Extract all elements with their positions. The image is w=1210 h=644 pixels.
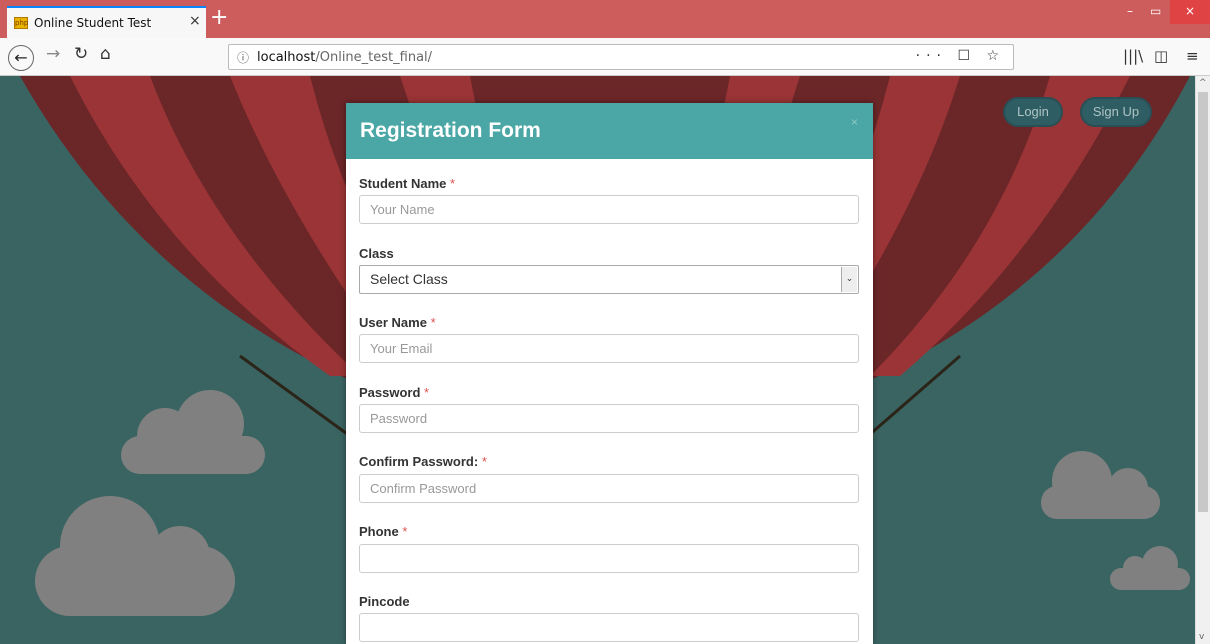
cloud-left-top <box>121 390 265 474</box>
scroll-up-icon[interactable]: ^ <box>1199 78 1207 88</box>
page-actions-icon[interactable]: ··· ☐ ☆ <box>916 48 1005 64</box>
maximize-button[interactable]: ▭ <box>1150 4 1161 18</box>
confirm-password-input[interactable]: Confirm Password <box>359 474 859 503</box>
class-label: Class <box>359 246 394 261</box>
chevron-down-icon: ⌄ <box>841 267 857 292</box>
sign-up-button[interactable]: Sign Up <box>1080 97 1152 127</box>
library-icon[interactable]: |||\ <box>1123 47 1143 65</box>
home-icon[interactable]: ⌂ <box>100 44 111 64</box>
browser-tab[interactable]: php Online Student Test × <box>7 6 206 38</box>
url-text: localhost/Online_test_final/ <box>257 50 433 65</box>
modal-header: Registration Form × <box>346 103 873 159</box>
cloud-right-top <box>1041 451 1160 519</box>
close-icon[interactable]: × <box>851 115 858 129</box>
scrollbar-thumb[interactable] <box>1198 92 1208 512</box>
password-label: Password * <box>359 385 430 400</box>
favicon-icon: php <box>14 17 29 29</box>
browser-tab-bar: php Online Student Test × + – ▭ × <box>0 0 1210 38</box>
student-name-label: Student Name * <box>359 176 456 191</box>
minimize-button[interactable]: – <box>1127 4 1133 18</box>
cloud-left-bottom <box>35 496 235 616</box>
user-name-input[interactable]: Your Email <box>359 334 859 363</box>
registration-modal: Registration Form × Student Name * Your … <box>346 103 873 644</box>
url-bar[interactable]: ⓘ localhost/Online_test_final/ ··· ☐ ☆ <box>228 44 1014 70</box>
login-button[interactable]: Login <box>1003 97 1063 127</box>
confirm-password-label: Confirm Password: * <box>359 454 487 469</box>
site-info-icon[interactable]: ⓘ <box>237 49 249 66</box>
user-name-label: User Name * <box>359 315 436 330</box>
back-arrow-icon[interactable]: ← <box>8 45 34 71</box>
pincode-input[interactable] <box>359 613 859 642</box>
phone-input[interactable] <box>359 544 859 573</box>
modal-title: Registration Form <box>360 119 541 142</box>
forward-arrow-icon[interactable]: → <box>46 44 60 64</box>
browser-nav-bar: ← → ↻ ⌂ ⓘ localhost/Online_test_final/ ·… <box>0 38 1210 76</box>
cloud-right-bottom <box>1110 546 1190 590</box>
pincode-label: Pincode <box>359 594 410 609</box>
sidebar-icon[interactable]: ◫ <box>1154 47 1168 65</box>
phone-label: Phone * <box>359 524 408 539</box>
scroll-down-icon[interactable]: v <box>1199 632 1204 642</box>
class-select-value: Select Class <box>370 271 448 287</box>
new-tab-button[interactable]: + <box>210 2 228 34</box>
window-close-button[interactable]: × <box>1170 0 1210 24</box>
reload-icon[interactable]: ↻ <box>74 44 88 64</box>
page-background: Login Sign Up Registration Form × Studen… <box>0 76 1195 644</box>
tab-close-button[interactable]: × <box>189 13 201 29</box>
menu-icon[interactable]: ≡ <box>1186 47 1199 65</box>
student-name-input[interactable]: Your Name <box>359 195 859 224</box>
password-input[interactable]: Password <box>359 404 859 433</box>
tab-title: Online Student Test <box>34 16 152 30</box>
class-select[interactable]: Select Class ⌄ <box>359 265 859 294</box>
